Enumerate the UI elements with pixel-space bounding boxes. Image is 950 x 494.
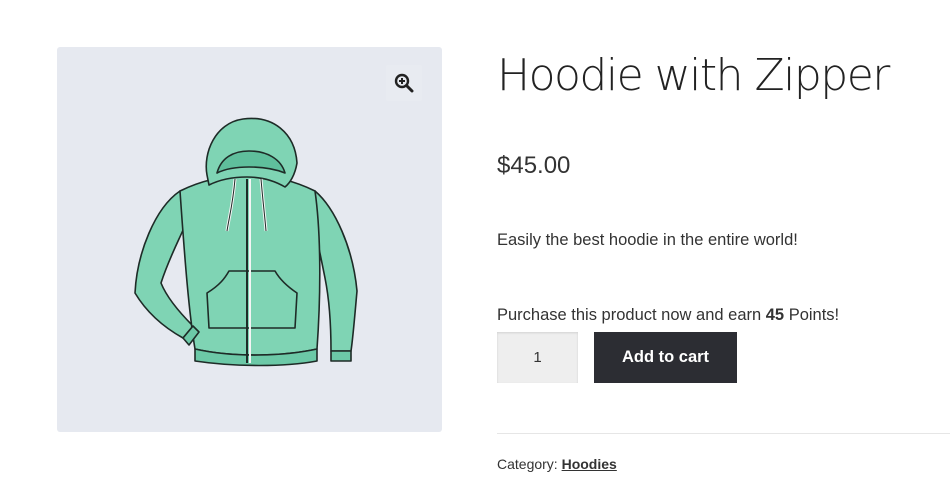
points-suffix: Points! (784, 306, 840, 324)
points-value: 45 (765, 306, 785, 324)
points-message: Purchase this product now and earn 45 Po… (497, 306, 839, 325)
points-prefix: Purchase this product now and earn (497, 306, 766, 324)
product-price: $45.00 (497, 152, 571, 179)
product-short-description: Easily the best hoodie in the entire wor… (497, 231, 798, 249)
product-gallery (57, 47, 442, 432)
quantity-input[interactable] (497, 332, 578, 383)
product-title: Hoodie with Zipper (497, 50, 890, 101)
product-image[interactable] (125, 113, 375, 368)
magnifier-plus-icon (394, 73, 414, 93)
category-label: Category: (497, 456, 562, 472)
meta-divider (497, 433, 950, 434)
zoom-button[interactable] (386, 65, 422, 101)
category-link-hoodies[interactable]: Hoodies (562, 456, 617, 472)
product-meta: Category: Hoodies (497, 456, 617, 472)
product-page: Hoodie with Zipper $45.00 Easily the bes… (0, 0, 950, 494)
add-to-cart-button[interactable]: Add to cart (594, 332, 737, 383)
